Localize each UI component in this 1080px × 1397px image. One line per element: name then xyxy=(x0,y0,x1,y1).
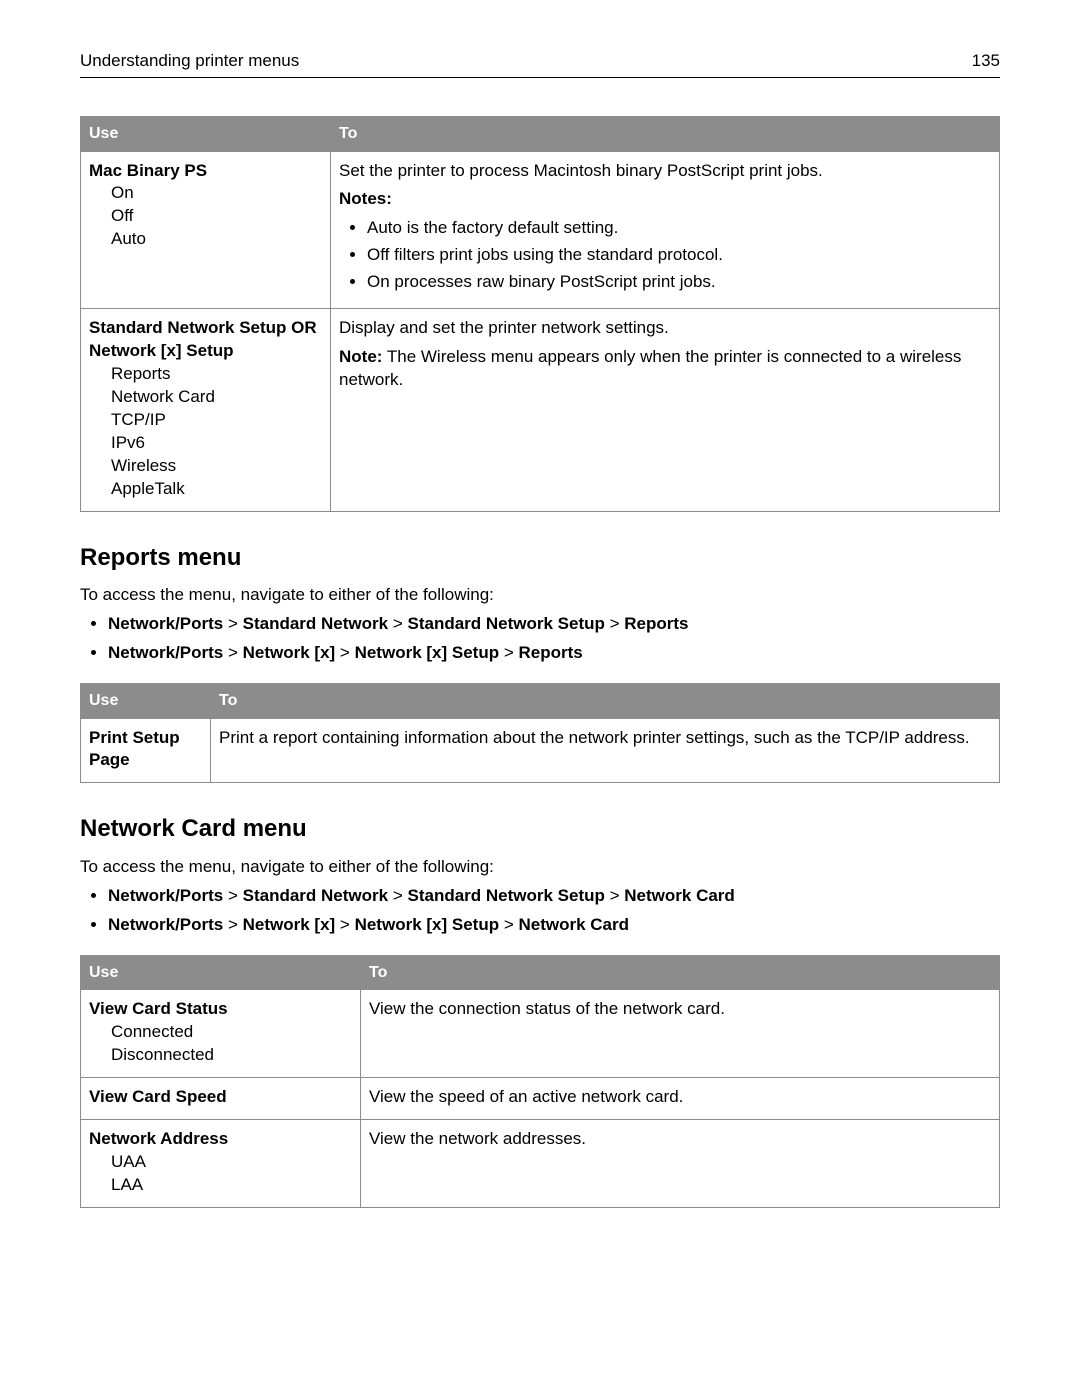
setting-name: View Card Status xyxy=(89,998,352,1021)
to-description: Set the printer to process Macintosh bin… xyxy=(339,160,991,183)
notes-list: Auto is the factory default setting. Off… xyxy=(367,217,991,294)
note-item: On processes raw binary PostScript print… xyxy=(367,271,991,294)
setting-option: IPv6 xyxy=(89,432,322,455)
section-title-reports: Reports menu xyxy=(80,542,1000,574)
table-row: View Card Speed View the speed of an act… xyxy=(81,1078,1000,1120)
reports-table: Use To Print Setup Page Print a report c… xyxy=(80,683,1000,783)
section-intro: To access the menu, navigate to either o… xyxy=(80,584,1000,607)
to-cell: Print a report containing information ab… xyxy=(211,718,1000,783)
setting-option: LAA xyxy=(89,1174,352,1197)
section-title-networkcard: Network Card menu xyxy=(80,813,1000,845)
setting-option: Wireless xyxy=(89,455,322,478)
col-use: Use xyxy=(81,683,211,718)
use-cell: View Card Speed xyxy=(81,1078,361,1120)
page-number: 135 xyxy=(972,50,1000,73)
setting-option: UAA xyxy=(89,1151,352,1174)
setting-name: Network Address xyxy=(89,1128,352,1151)
setting-option: Connected xyxy=(89,1021,352,1044)
header-title: Understanding printer menus xyxy=(80,50,299,73)
to-cell: View the speed of an active network card… xyxy=(361,1078,1000,1120)
section-intro: To access the menu, navigate to either o… xyxy=(80,856,1000,879)
notes-label: Notes: xyxy=(339,188,991,211)
to-cell: View the network addresses. xyxy=(361,1119,1000,1207)
setting-name: Network [x] Setup xyxy=(89,340,322,363)
setting-option: Reports xyxy=(89,363,322,386)
col-use: Use xyxy=(81,955,361,990)
setting-name: Standard Network Setup OR xyxy=(89,317,322,340)
setting-name: View Card Speed xyxy=(89,1086,352,1109)
col-to: To xyxy=(211,683,1000,718)
nav-path: Network/Ports > Standard Network > Stand… xyxy=(108,885,1000,908)
col-to: To xyxy=(331,116,1000,151)
use-cell: View Card Status Connected Disconnected xyxy=(81,990,361,1078)
note-item: Auto is the factory default setting. xyxy=(367,217,991,240)
nav-path: Network/Ports > Network [x] > Network [x… xyxy=(108,642,1000,665)
nav-paths-reports: Network/Ports > Standard Network > Stand… xyxy=(108,613,1000,665)
note-prefix: Note: xyxy=(339,347,382,366)
use-cell: Network Address UAA LAA xyxy=(81,1119,361,1207)
networkcard-table: Use To View Card Status Connected Discon… xyxy=(80,955,1000,1208)
setting-option: Off xyxy=(89,205,322,228)
use-cell: Mac Binary PS On Off Auto xyxy=(81,151,331,309)
nav-paths-networkcard: Network/Ports > Standard Network > Stand… xyxy=(108,885,1000,937)
setting-option: On xyxy=(89,182,322,205)
table-row: Mac Binary PS On Off Auto Set the printe… xyxy=(81,151,1000,309)
to-description: Display and set the printer network sett… xyxy=(339,317,991,340)
table-row: Network Address UAA LAA View the network… xyxy=(81,1119,1000,1207)
note-text: The Wireless menu appears only when the … xyxy=(339,347,961,389)
nav-path: Network/Ports > Network [x] > Network [x… xyxy=(108,914,1000,937)
note-line: Note: The Wireless menu appears only whe… xyxy=(339,346,991,392)
setting-name: Mac Binary PS xyxy=(89,160,322,183)
to-cell: Display and set the printer network sett… xyxy=(331,309,1000,512)
setting-option: Disconnected xyxy=(89,1044,352,1067)
to-cell: Set the printer to process Macintosh bin… xyxy=(331,151,1000,309)
setting-option: Auto xyxy=(89,228,322,251)
setting-option: TCP/IP xyxy=(89,409,322,432)
use-cell: Print Setup Page xyxy=(81,718,211,783)
table-row: View Card Status Connected Disconnected … xyxy=(81,990,1000,1078)
use-cell: Standard Network Setup OR Network [x] Se… xyxy=(81,309,331,512)
settings-table-1: Use To Mac Binary PS On Off Auto Set the… xyxy=(80,116,1000,512)
note-item: Off filters print jobs using the standar… xyxy=(367,244,991,267)
to-cell: View the connection status of the networ… xyxy=(361,990,1000,1078)
setting-option: AppleTalk xyxy=(89,478,322,501)
setting-option: Network Card xyxy=(89,386,322,409)
nav-path: Network/Ports > Standard Network > Stand… xyxy=(108,613,1000,636)
table-row: Standard Network Setup OR Network [x] Se… xyxy=(81,309,1000,512)
table-row: Print Setup Page Print a report containi… xyxy=(81,718,1000,783)
col-use: Use xyxy=(81,116,331,151)
page-header: Understanding printer menus 135 xyxy=(80,50,1000,78)
col-to: To xyxy=(361,955,1000,990)
